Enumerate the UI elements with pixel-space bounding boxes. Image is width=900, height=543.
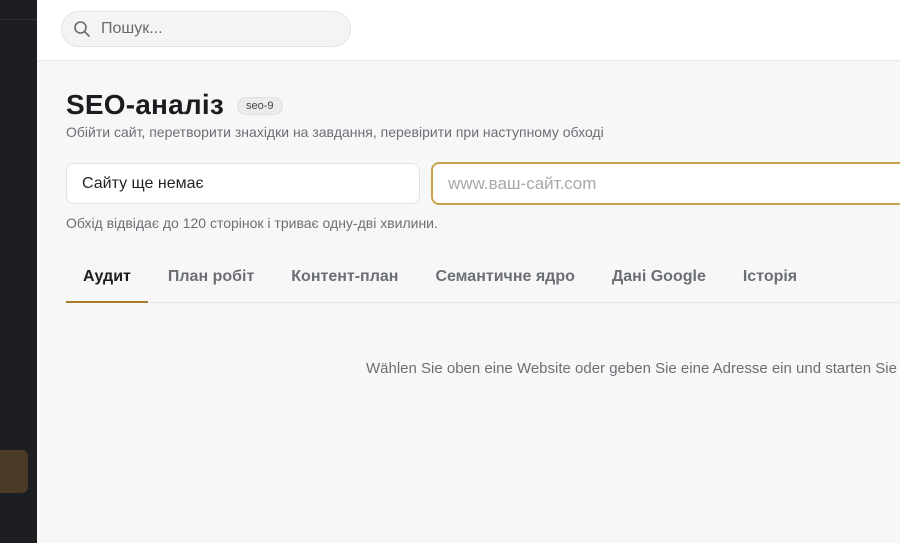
site-select[interactable]: Сайту ще немає [66, 163, 420, 204]
tab-content-plan[interactable]: Контент-план [274, 254, 415, 302]
page-tag-badge: seo-9 [237, 97, 283, 115]
top-bar [37, 0, 900, 61]
search-icon [73, 20, 91, 38]
tab-audit[interactable]: Аудит [66, 254, 148, 303]
page-title: SEO-аналіз [66, 89, 224, 120]
page-subtitle: Обійти сайт, перетворити знахідки на зав… [66, 124, 604, 140]
tab-history[interactable]: Історія [726, 254, 814, 302]
title-row: SEO-аналіз seo-9 [66, 89, 283, 121]
tab-bar: Аудит План робіт Контент-план Семантичне… [66, 254, 900, 303]
tab-work-plan[interactable]: План робіт [151, 254, 271, 302]
url-input[interactable] [431, 162, 900, 205]
search-box[interactable] [61, 11, 351, 47]
sidebar-divider [0, 19, 37, 20]
empty-state-message: Wählen Sie oben eine Website oder geben … [366, 360, 900, 377]
tab-semantic-core[interactable]: Семантичне ядро [418, 254, 591, 302]
crawl-hint: Обхід відвідає до 120 сторінок і триває … [66, 215, 438, 231]
sidebar [0, 0, 37, 543]
main-content: SEO-аналіз seo-9 Обійти сайт, перетворит… [37, 61, 900, 543]
search-input[interactable] [99, 19, 333, 39]
tab-google-data[interactable]: Дані Google [595, 254, 723, 302]
sidebar-active-item[interactable] [0, 450, 28, 493]
